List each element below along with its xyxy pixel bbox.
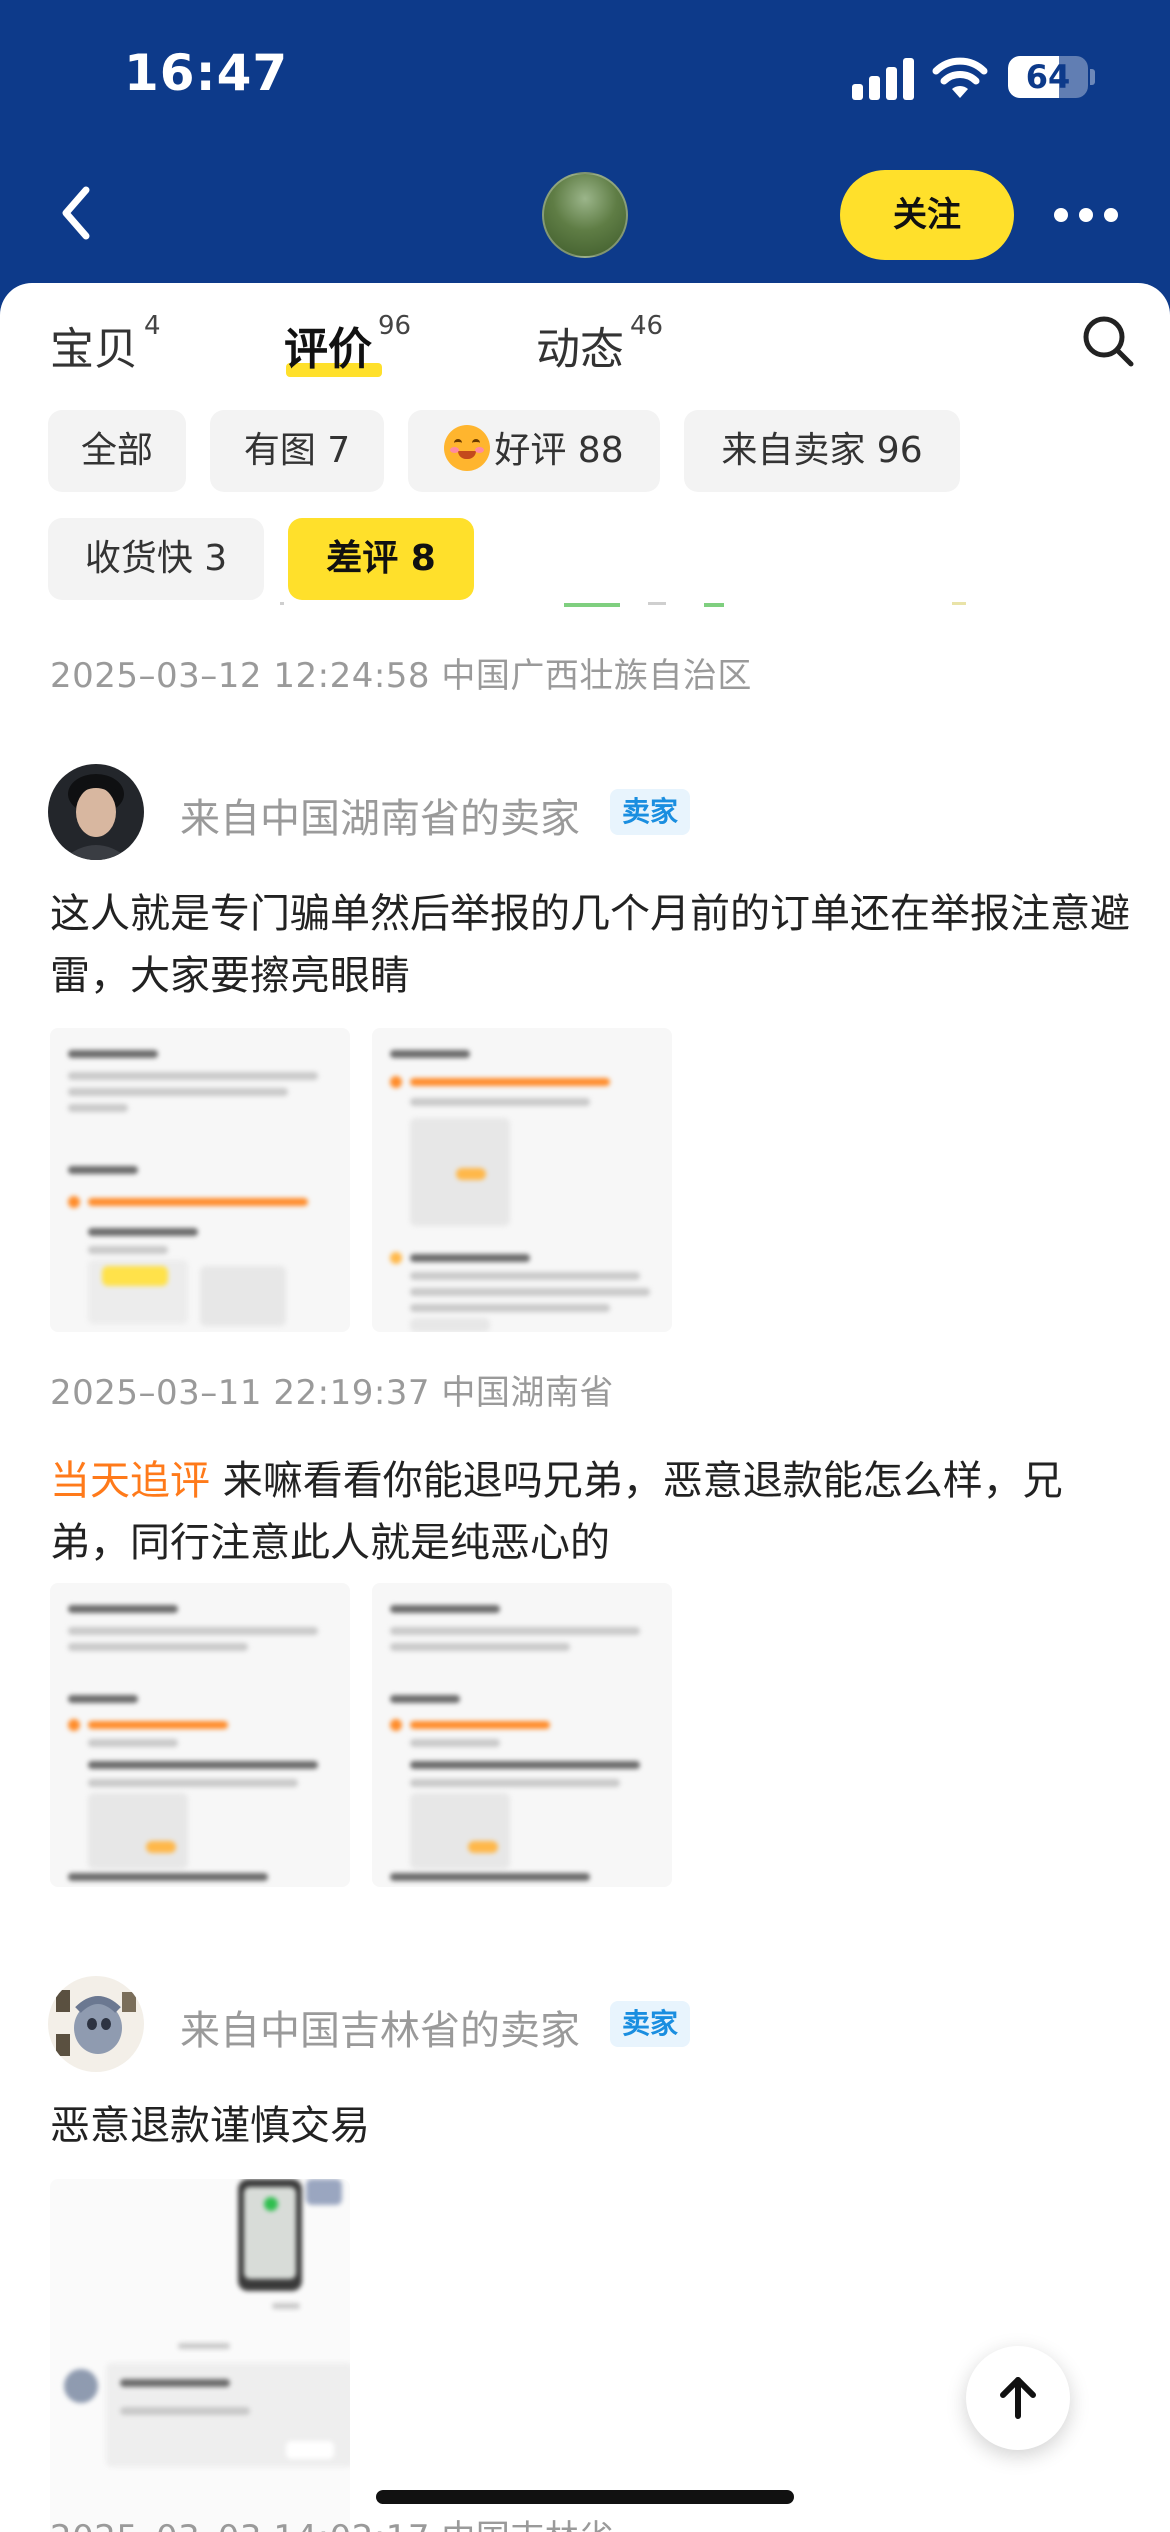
- followup-tag: 当天追评: [50, 1458, 210, 1504]
- follow-button[interactable]: 关注: [840, 170, 1014, 260]
- previous-review-image-edge: [280, 602, 966, 607]
- filter-with-images[interactable]: 有图 7: [210, 410, 384, 492]
- review-timestamp: 2025–03–03 14:02:17 中国吉林省: [50, 2510, 614, 2532]
- review-image-1[interactable]: [50, 1028, 350, 1332]
- tab-reviews-count: 96: [378, 311, 412, 341]
- smile-emoji-icon: [444, 425, 491, 471]
- tab-updates-label: 动态: [536, 324, 624, 375]
- scroll-to-top-button[interactable]: [966, 2346, 1070, 2450]
- shop-avatar[interactable]: [542, 172, 628, 258]
- review-text: 这人就是专门骗单然后举报的几个月前的订单还在举报注意避雷，大家要擦亮眼睛: [50, 891, 1130, 999]
- avatar[interactable]: [48, 1976, 144, 2072]
- filter-positive[interactable]: 好评 88: [408, 410, 660, 492]
- shop-reviews-screen: 16:47 64 关注 宝贝 4 评价 96 动态 46 全部 有图 7 好评 …: [0, 0, 1170, 2532]
- battery-cap: [1090, 69, 1095, 85]
- search-icon[interactable]: [1080, 313, 1136, 369]
- status-time: 16:47: [124, 44, 289, 102]
- review-image-4[interactable]: [372, 1583, 672, 1887]
- filter-all[interactable]: 全部: [48, 410, 186, 492]
- chevron-left-icon[interactable]: [50, 178, 110, 248]
- wifi-icon: [932, 57, 988, 98]
- tab-updates-count: 46: [630, 311, 664, 341]
- arrow-up-icon: [1000, 2377, 1036, 2419]
- home-indicator: [376, 2490, 794, 2504]
- tab-bar: 宝贝 4 评价 96 动态 46: [0, 283, 1170, 393]
- seller-name: 来自中国湖南省的卖家: [180, 796, 580, 842]
- cellular-signal-icon: [852, 56, 914, 100]
- review-timestamp: 2025–03–12 12:24:58 中国广西壮族自治区: [50, 656, 752, 696]
- tab-updates[interactable]: 动态 46: [536, 311, 664, 377]
- filter-negative[interactable]: 差评 8: [288, 518, 474, 600]
- followup-review: 当天追评 来嘛看看你能退吗兄弟，恶意退款能怎么样，兄弟，同行注意此人就是纯恶心的: [50, 1450, 1130, 1574]
- review-image-2[interactable]: [372, 1028, 672, 1332]
- seller-badge: 卖家: [610, 2001, 691, 2047]
- filter-positive-label: 好评 88: [494, 430, 624, 471]
- battery-level: 64: [1025, 58, 1071, 96]
- review-timestamp: 2025–03–11 22:19:37 中国湖南省: [50, 1373, 614, 1413]
- tab-items-count: 4: [144, 311, 161, 341]
- content-sheet: 宝贝 4 评价 96 动态 46 全部 有图 7 好评 88 来自卖家 96 收货快 …: [0, 283, 1170, 2532]
- tab-items-label: 宝贝: [50, 324, 138, 375]
- seller-name: 来自中国吉林省的卖家: [180, 2008, 580, 2054]
- header: 16:47 64 关注: [0, 0, 1170, 300]
- tab-reviews-label: 评价: [284, 324, 372, 375]
- more-dots-icon[interactable]: [1054, 200, 1118, 230]
- filter-from-seller[interactable]: 来自卖家 96: [684, 410, 960, 492]
- battery-icon: 64: [1008, 56, 1088, 98]
- review-image-3[interactable]: [50, 1583, 350, 1887]
- filter-fast-delivery[interactable]: 收货快 3: [48, 518, 264, 600]
- seller-badge: 卖家: [610, 789, 691, 835]
- review-text: 恶意退款谨慎交易: [50, 2103, 370, 2149]
- avatar[interactable]: [48, 764, 144, 860]
- tab-reviews[interactable]: 评价 96: [284, 311, 412, 377]
- review-image-5[interactable]: [50, 2179, 350, 2532]
- tab-items[interactable]: 宝贝 4: [50, 311, 161, 377]
